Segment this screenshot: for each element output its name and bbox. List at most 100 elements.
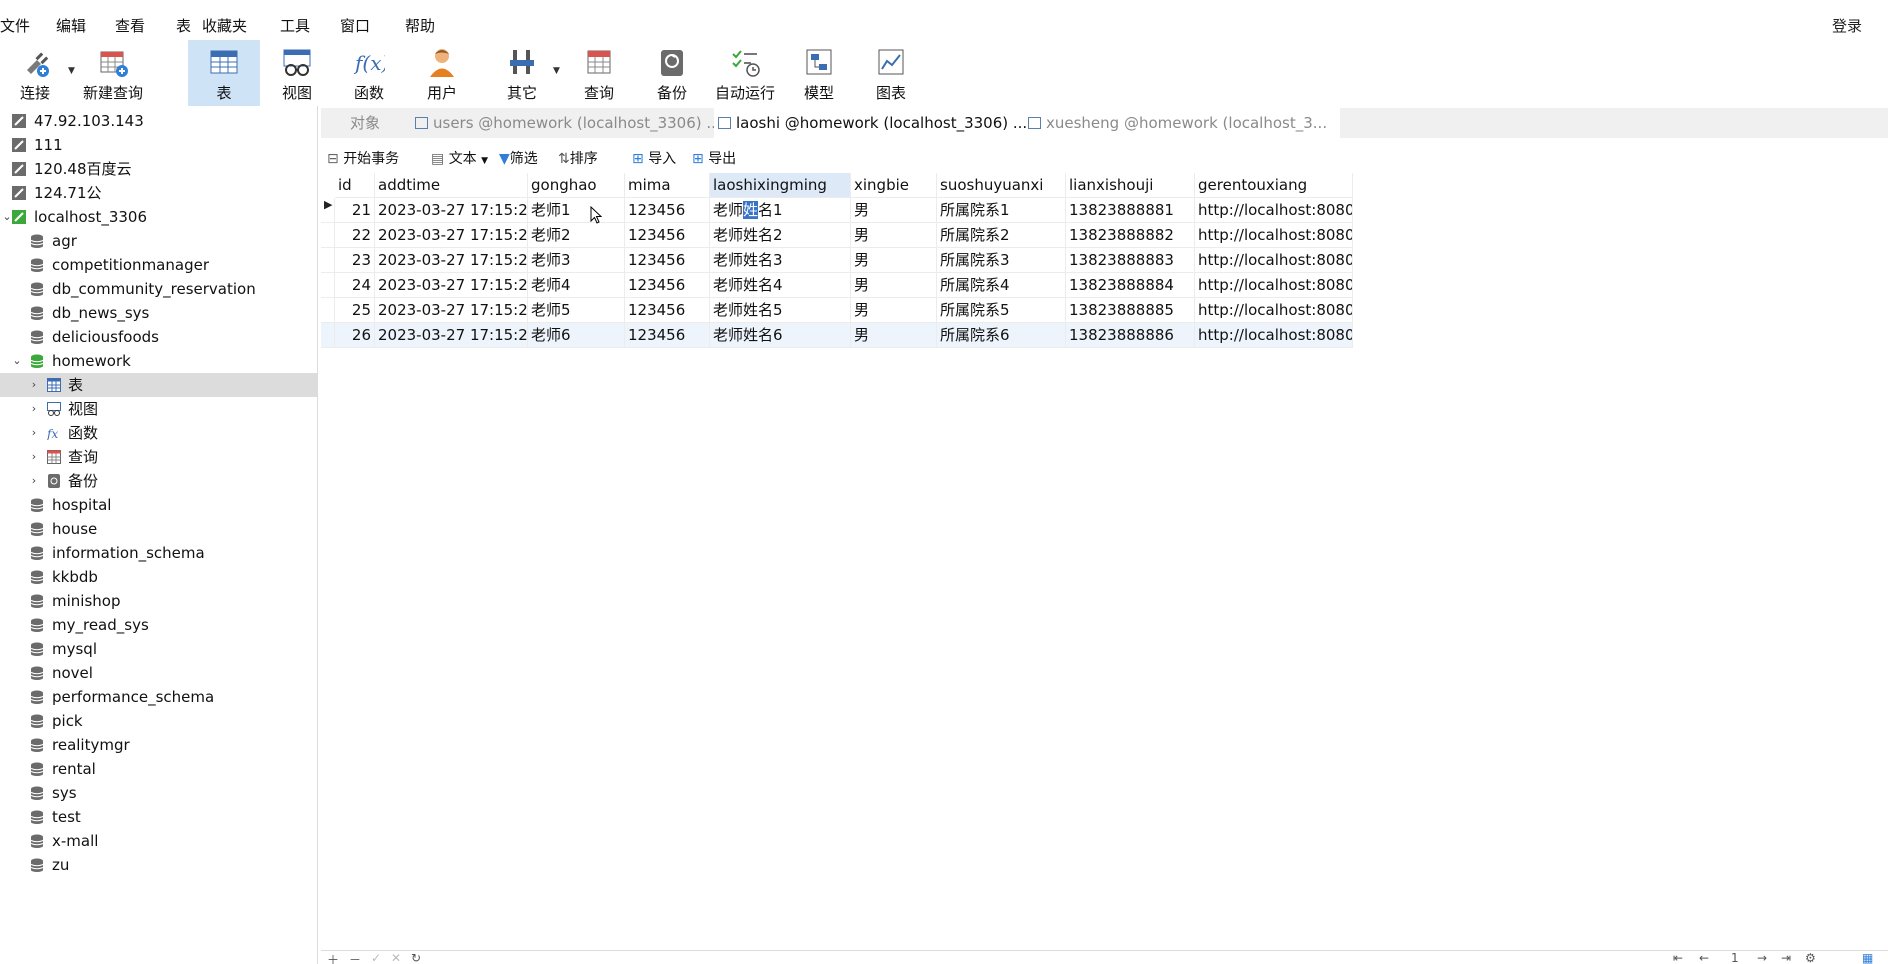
database-item[interactable]: pick	[0, 709, 317, 733]
database-item[interactable]: house	[0, 517, 317, 541]
database-item[interactable]: db_news_sys	[0, 301, 317, 325]
database-item[interactable]: deliciousfoods	[0, 325, 317, 349]
chevron-right-icon[interactable]: ›	[28, 445, 40, 469]
table-icon	[415, 117, 428, 129]
new-query-button[interactable]: 新建查询	[80, 40, 146, 106]
tab-xuesheng[interactable]: xuesheng @homework (localhost_3...	[1024, 108, 1644, 138]
column-header[interactable]: gonghao	[528, 173, 625, 198]
table-button[interactable]: 表	[188, 40, 260, 106]
tree-item-functions[interactable]: › fx 函数	[0, 421, 317, 445]
tree-item-tables[interactable]: › 表	[0, 373, 317, 397]
column-header[interactable]: gerentouxiang	[1195, 173, 1353, 198]
chart-icon	[878, 49, 904, 75]
export-button[interactable]: ⊞ 导出	[692, 148, 736, 170]
database-item[interactable]: sys	[0, 781, 317, 805]
backup-button[interactable]: 备份	[647, 40, 697, 106]
chevron-down-icon[interactable]: ▼	[68, 66, 75, 76]
database-item[interactable]: test	[0, 805, 317, 829]
connection-item[interactable]: 124.71公	[0, 181, 317, 205]
table-row[interactable]: 26 2023-03-27 17:15:27 老师6 123456 老师姓名6 …	[321, 323, 1353, 348]
database-item[interactable]: rental	[0, 757, 317, 781]
settings-icon[interactable]: ⚙	[1805, 951, 1816, 964]
next-page-button[interactable]: →	[1757, 951, 1767, 964]
tab-objects[interactable]: 对象	[321, 108, 409, 138]
connection-item-localhost[interactable]: ⌄ localhost_3306	[0, 205, 317, 229]
query-button[interactable]: 查询	[574, 40, 624, 106]
user-button[interactable]: 用户	[417, 40, 467, 106]
connection-item[interactable]: 120.48百度云	[0, 157, 317, 181]
chevron-right-icon[interactable]: ›	[28, 469, 40, 493]
chevron-down-icon[interactable]: ⌄	[11, 349, 23, 373]
tree-item-backups[interactable]: › 备份	[0, 469, 317, 493]
first-page-button[interactable]: ⇤	[1673, 951, 1683, 964]
database-item[interactable]: x-mall	[0, 829, 317, 853]
prev-page-button[interactable]: ←	[1699, 951, 1709, 964]
editing-cell[interactable]: 老师姓名1	[710, 198, 851, 223]
add-record-button[interactable]: ＋	[327, 951, 339, 964]
refresh-button[interactable]: ↻	[411, 951, 421, 964]
last-page-button[interactable]: ⇥	[1781, 951, 1791, 964]
database-item-homework[interactable]: ⌄ homework	[0, 349, 317, 373]
database-item[interactable]: performance_schema	[0, 685, 317, 709]
table-row[interactable]: ▶ 21 2023-03-27 17:15:27 老师1 123456 老师姓名…	[321, 198, 1353, 223]
menu-help[interactable]: 帮助	[405, 15, 435, 36]
connection-item[interactable]: 111	[0, 133, 317, 157]
import-button[interactable]: ⊞ 导入	[632, 148, 676, 170]
begin-transaction-button[interactable]: ⊟ 开始事务	[327, 148, 399, 170]
chevron-right-icon[interactable]: ›	[28, 421, 40, 445]
page-number[interactable]: 1	[1731, 951, 1739, 964]
auto-run-button[interactable]: 自动运行	[712, 40, 778, 106]
menu-view[interactable]: 查看	[115, 15, 145, 36]
connect-button[interactable]: 连接 ▼	[10, 40, 75, 106]
database-item[interactable]: minishop	[0, 589, 317, 613]
menu-table[interactable]: 表	[176, 15, 191, 36]
tree-item-queries[interactable]: › 查询	[0, 445, 317, 469]
database-item[interactable]: novel	[0, 661, 317, 685]
chevron-right-icon[interactable]: ›	[28, 397, 40, 421]
menu-tools[interactable]: 工具	[280, 15, 310, 36]
text-button[interactable]: ▤ 文本 ▼	[431, 148, 488, 170]
filter-button[interactable]: ▼筛选	[499, 148, 538, 170]
function-button[interactable]: f(x) 函数	[344, 40, 394, 106]
column-header[interactable]: xingbie	[851, 173, 937, 198]
column-header[interactable]: lianxishouji	[1066, 173, 1195, 198]
column-header[interactable]: laoshixingming	[710, 173, 851, 198]
column-header[interactable]: mima	[625, 173, 710, 198]
database-item[interactable]: my_read_sys	[0, 613, 317, 637]
database-item[interactable]: agr	[0, 229, 317, 253]
table-row[interactable]: 22 2023-03-27 17:15:27 老师2 123456 老师姓名2 …	[321, 223, 1353, 248]
apply-button[interactable]: ✓	[371, 951, 381, 964]
grid-view-icon[interactable]: ▦	[1862, 951, 1873, 964]
column-header[interactable]: suoshuyuanxi	[937, 173, 1066, 198]
login-button[interactable]: 登录	[1832, 15, 1862, 36]
discard-button[interactable]: ✕	[391, 951, 401, 964]
delete-record-button[interactable]: －	[349, 951, 361, 964]
database-item[interactable]: hospital	[0, 493, 317, 517]
sort-button[interactable]: ⇅排序	[558, 148, 598, 170]
database-item[interactable]: mysql	[0, 637, 317, 661]
column-header[interactable]: addtime	[375, 173, 528, 198]
database-item[interactable]: information_schema	[0, 541, 317, 565]
chevron-down-icon[interactable]: ▼	[553, 66, 560, 76]
database-item[interactable]: zu	[0, 853, 317, 877]
menu-favorites[interactable]: 收藏夹	[202, 15, 247, 36]
table-row[interactable]: 24 2023-03-27 17:15:27 老师4 123456 老师姓名4 …	[321, 273, 1353, 298]
menu-file[interactable]: 文件	[0, 15, 30, 36]
tree-item-views[interactable]: › 视图	[0, 397, 317, 421]
table-row[interactable]: 25 2023-03-27 17:15:27 老师5 123456 老师姓名5 …	[321, 298, 1353, 323]
chevron-right-icon[interactable]: ›	[28, 373, 40, 397]
menu-edit[interactable]: 编辑	[56, 15, 86, 36]
other-button[interactable]: 其它 ▼	[497, 40, 560, 106]
model-button[interactable]: 模型	[794, 40, 844, 106]
database-item[interactable]: competitionmanager	[0, 253, 317, 277]
connection-icon	[12, 138, 26, 152]
column-header[interactable]: id	[335, 173, 375, 198]
database-item[interactable]: kkbdb	[0, 565, 317, 589]
view-button[interactable]: 视图	[272, 40, 322, 106]
menu-window[interactable]: 窗口	[340, 15, 370, 36]
chart-button[interactable]: 图表	[866, 40, 916, 106]
database-item[interactable]: db_community_reservation	[0, 277, 317, 301]
table-row[interactable]: 23 2023-03-27 17:15:27 老师3 123456 老师姓名3 …	[321, 248, 1353, 273]
connection-item[interactable]: 47.92.103.143	[0, 109, 317, 133]
database-item[interactable]: realitymgr	[0, 733, 317, 757]
